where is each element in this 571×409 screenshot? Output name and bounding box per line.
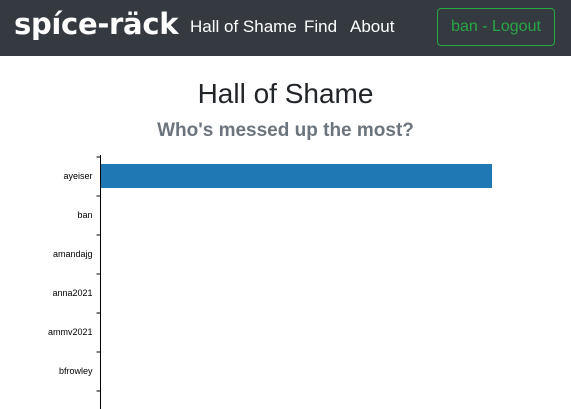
nav-link-find[interactable]: Find	[304, 17, 337, 37]
y-tick-label: bfrowley	[59, 366, 93, 376]
page-subtitle: Who's messed up the most?	[157, 120, 414, 141]
bar-ayeiser	[101, 164, 492, 188]
y-tick-label: amandajg	[53, 249, 93, 259]
y-tick-label: anna2021	[52, 288, 92, 298]
y-tick-label: ammv2021	[48, 327, 93, 337]
page-title: Hall of Shame	[197, 78, 374, 109]
nav-link-about[interactable]: About	[350, 17, 394, 37]
nav-link-hall-of-shame[interactable]: Hall of Shame	[190, 17, 297, 37]
y-tick-label: ban	[77, 210, 92, 220]
brand-logo[interactable]: spíce-räck	[14, 7, 179, 41]
navbar: spíce-räck Hall of Shame Find About ban …	[0, 0, 571, 56]
y-tick-label: ayeiser	[63, 171, 92, 181]
hall-of-shame-chart: ayeiser ban amandajg anna2021 ammv2021 bfrowl…	[48, 155, 492, 409]
logout-button[interactable]: ban - Logout	[437, 8, 555, 46]
